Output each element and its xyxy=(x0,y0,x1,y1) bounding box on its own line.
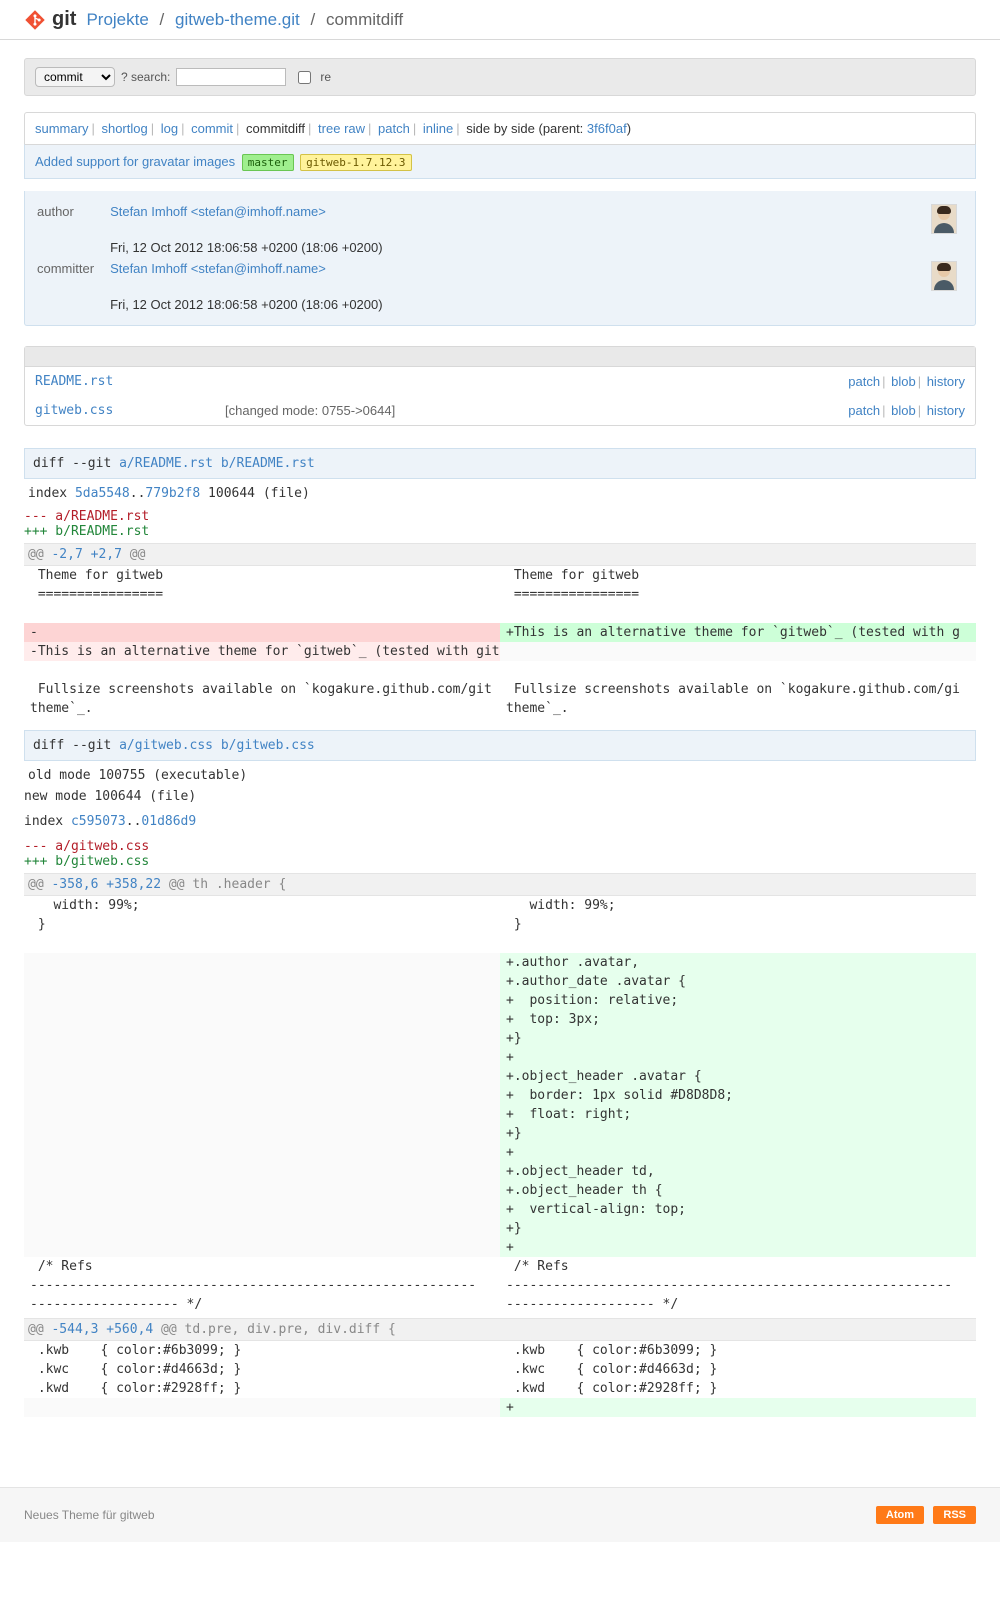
nav-sbs-label: side by side (parent: xyxy=(466,121,587,136)
diff-header: diff --git a/gitweb.css b/gitweb.css xyxy=(24,730,976,761)
index-hash-b[interactable]: 01d86d9 xyxy=(141,814,196,829)
author-date-local: (18:06 +0200) xyxy=(301,240,382,255)
crumb-current: commitdiff xyxy=(326,10,403,29)
committer-name[interactable]: Stefan Imhoff <stefan@imhoff.name> xyxy=(110,261,326,276)
file-link[interactable]: gitweb.css xyxy=(35,403,113,418)
nav-patch[interactable]: patch xyxy=(378,121,410,136)
regex-checkbox[interactable] xyxy=(298,71,311,84)
hunk-header: @@ -544,3 +560,4 @@ td.pre, div.pre, div… xyxy=(24,1318,976,1341)
regex-label: re xyxy=(320,70,331,84)
search-label: ? search: xyxy=(121,70,170,84)
commit-subject[interactable]: Added support for gravatar images xyxy=(35,154,235,169)
diff-body: .kwb { color:#6b3099; } .kwb { color:#6b… xyxy=(24,1341,976,1417)
file-list: README.rst patch| blob| history gitweb.c… xyxy=(24,346,976,426)
file-patch-link[interactable]: patch xyxy=(848,403,880,418)
diff-from-file: --- a/README.rst xyxy=(24,509,976,524)
diff-body: Theme for gitweb Theme for gitweb ======… xyxy=(24,566,976,718)
nav-parent-link[interactable]: 3f6f0af xyxy=(587,121,627,136)
search-input[interactable] xyxy=(176,68,286,86)
file-link[interactable]: README.rst xyxy=(35,374,113,389)
committer-date-local: (18:06 +0200) xyxy=(301,297,382,312)
diff-file-b[interactable]: b/README.rst xyxy=(221,456,315,471)
file-history-link[interactable]: history xyxy=(927,403,965,418)
author-date: Fri, 12 Oct 2012 18:06:58 +0200 xyxy=(110,240,298,255)
index-hash-a[interactable]: 5da5548 xyxy=(75,486,130,501)
committer-avatar xyxy=(931,261,957,291)
file-info xyxy=(215,367,657,396)
nav-commitdiff: commitdiff xyxy=(246,121,305,136)
file-blob-link[interactable]: blob xyxy=(891,403,916,418)
diff-body: width: 99%; width: 99%; } } +.author .av… xyxy=(24,896,976,1314)
committer-date: Fri, 12 Oct 2012 18:06:58 +0200 xyxy=(110,297,298,312)
topbar: git Projekte / gitweb-theme.git / commit… xyxy=(0,0,1000,40)
logo-text: git xyxy=(52,8,76,31)
committer-label: committer xyxy=(29,258,102,294)
commit-title-bar: Added support for gravatar images master… xyxy=(24,144,976,179)
hunk-header: @@ -358,6 +358,22 @@ th .header { xyxy=(24,873,976,896)
file-patch-link[interactable]: patch xyxy=(848,374,880,389)
crumb-repo[interactable]: gitweb-theme.git xyxy=(175,10,300,29)
atom-feed-button[interactable]: Atom xyxy=(876,1506,924,1524)
nav-shortlog[interactable]: shortlog xyxy=(101,121,147,136)
nav-raw[interactable]: raw xyxy=(344,121,365,136)
diff-file-a[interactable]: a/README.rst xyxy=(119,456,213,471)
ref-tag[interactable]: gitweb-1.7.12.3 xyxy=(300,154,411,171)
diff-file-b[interactable]: b/gitweb.css xyxy=(221,738,315,753)
rss-feed-button[interactable]: RSS xyxy=(933,1506,976,1524)
crumb-projects[interactable]: Projekte xyxy=(86,10,148,29)
object-header: author Stefan Imhoff <stefan@imhoff.name… xyxy=(24,191,976,326)
nav-log[interactable]: log xyxy=(161,121,178,136)
diff-file-a[interactable]: a/gitweb.css xyxy=(119,738,213,753)
breadcrumb: Projekte / gitweb-theme.git / commitdiff xyxy=(86,10,403,30)
footer-description: Neues Theme für gitweb xyxy=(24,1508,155,1522)
search-bar: commit ? search: re xyxy=(24,58,976,96)
ref-master[interactable]: master xyxy=(242,154,294,171)
diff-index-line: index 5da5548..779b2f8 100644 (file) xyxy=(24,479,976,501)
git-icon xyxy=(24,9,46,31)
nav-tree[interactable]: tree xyxy=(318,121,340,136)
file-row: README.rst patch| blob| history xyxy=(25,367,975,396)
footer: Neues Theme für gitweb Atom RSS xyxy=(0,1487,1000,1542)
file-history-link[interactable]: history xyxy=(927,374,965,389)
diff-from-file: --- a/gitweb.css xyxy=(24,839,976,854)
author-name[interactable]: Stefan Imhoff <stefan@imhoff.name> xyxy=(110,204,326,219)
index-hash-a[interactable]: c595073 xyxy=(71,814,126,829)
diff-to-file: +++ b/gitweb.css xyxy=(24,854,976,869)
hunk-header: @@ -2,7 +2,7 @@ xyxy=(24,543,976,566)
author-avatar xyxy=(931,204,957,234)
diff-newmode: new mode 100644 (file) xyxy=(24,789,976,804)
nav-inline[interactable]: inline xyxy=(423,121,453,136)
search-type-select[interactable]: commit xyxy=(35,67,115,87)
file-row: gitweb.css [changed mode: 0755->0644] pa… xyxy=(25,396,975,425)
diff-index-line: index c595073..01d86d9 xyxy=(24,814,976,829)
file-blob-link[interactable]: blob xyxy=(891,374,916,389)
author-label: author xyxy=(29,201,102,237)
nav-tabs: summary| shortlog| log| commit| commitdi… xyxy=(24,112,976,144)
nav-summary[interactable]: summary xyxy=(35,121,88,136)
nav-commit[interactable]: commit xyxy=(191,121,233,136)
index-hash-b[interactable]: 779b2f8 xyxy=(145,486,200,501)
diff-to-file: +++ b/README.rst xyxy=(24,524,976,539)
file-info: [changed mode: 0755->0644] xyxy=(215,396,657,425)
diff-header: diff --git a/README.rst b/README.rst xyxy=(24,448,976,479)
logo[interactable]: git xyxy=(24,8,76,31)
diff-oldmode: old mode 100755 (executable) xyxy=(24,761,976,783)
